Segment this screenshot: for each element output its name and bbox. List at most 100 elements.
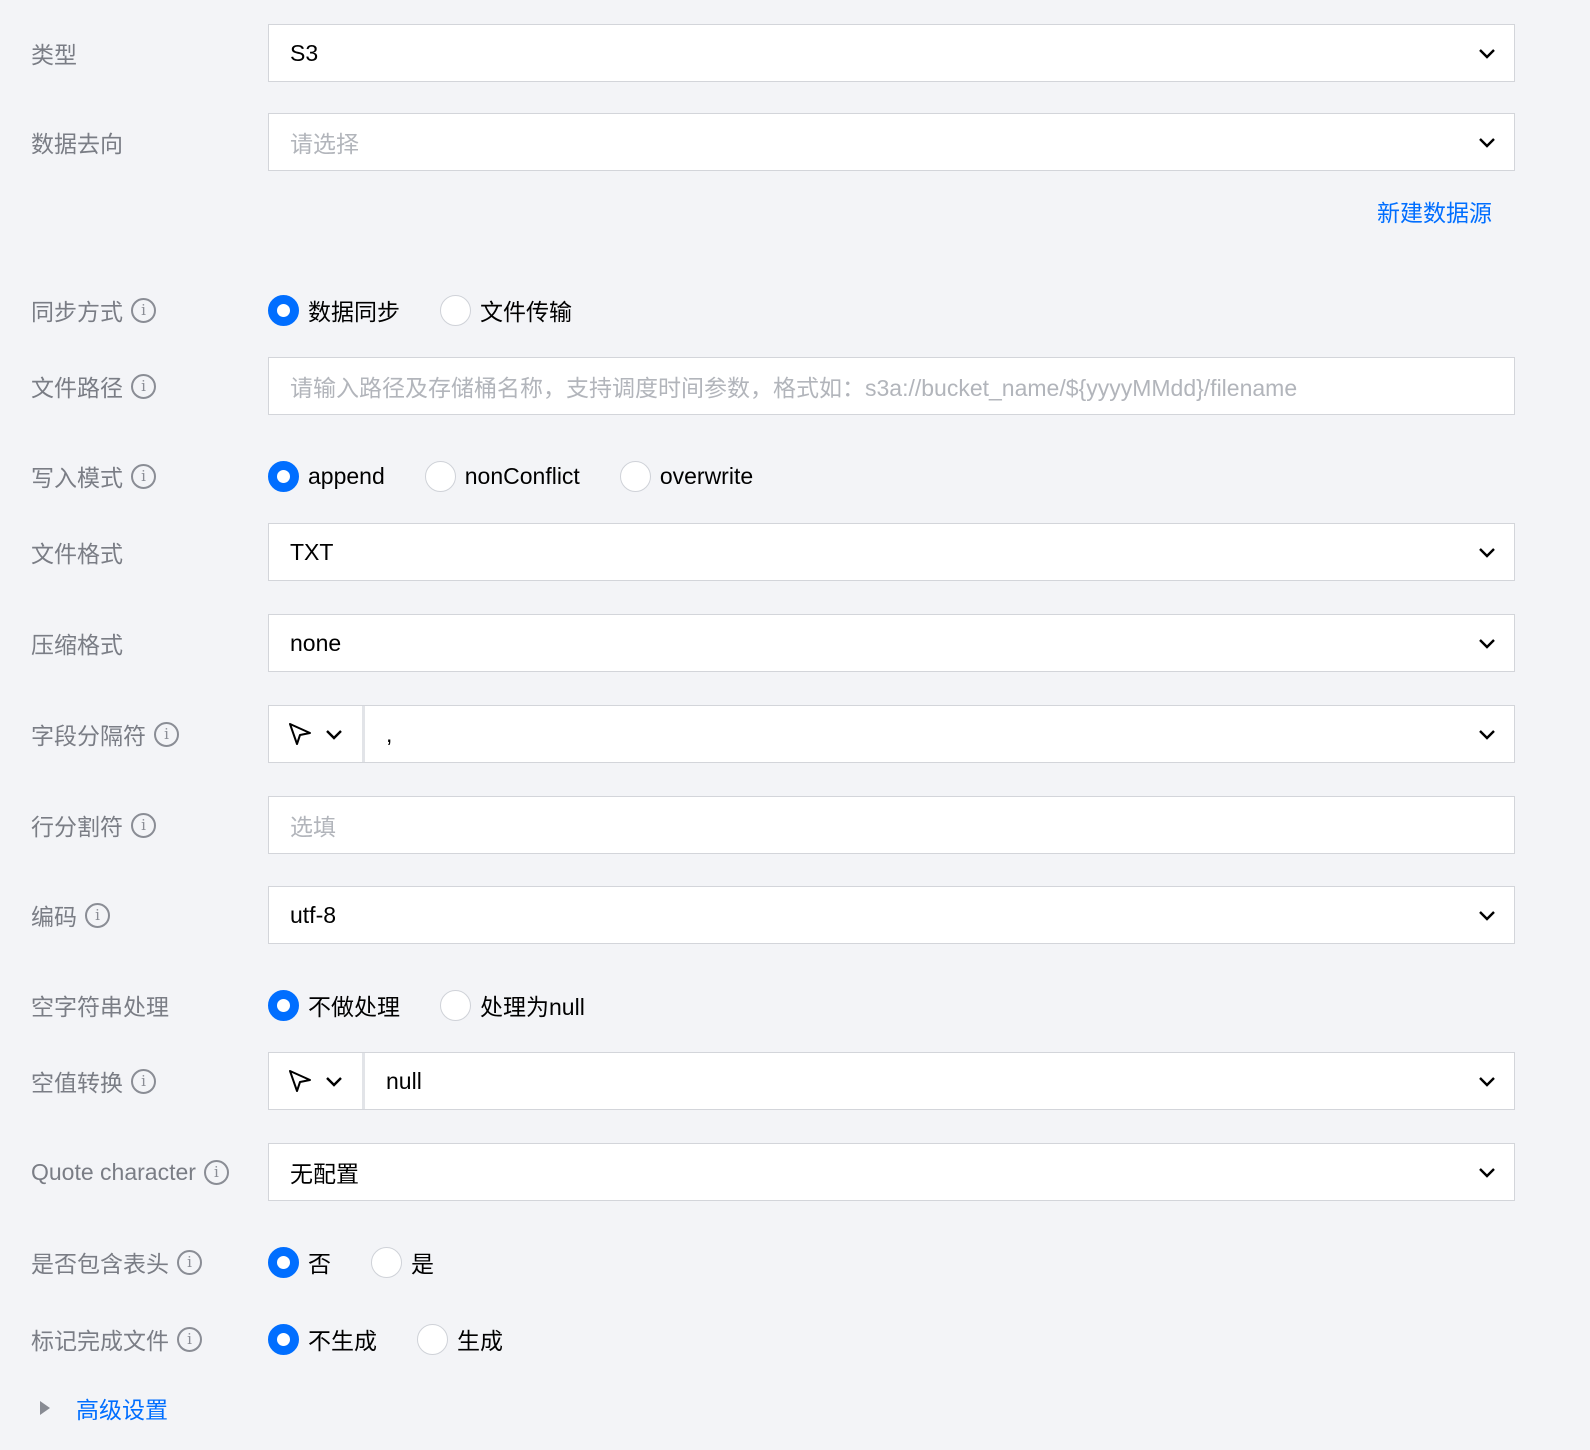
chevron-down-icon [325, 730, 342, 740]
write-mode-option-nonconflict[interactable]: nonConflict [424, 460, 580, 492]
type-label: 类型 [31, 42, 77, 68]
file-format-label: 文件格式 [31, 541, 123, 567]
file-path-placeholder: 请输入路径及存储桶名称，支持调度时间参数，格式如：s3a://bucket_na… [290, 375, 1298, 401]
field-delimiter-value: , [386, 720, 393, 747]
chevron-down-icon [325, 1077, 342, 1087]
type-select[interactable]: S3 [268, 24, 1515, 82]
line-delimiter-placeholder: 选填 [290, 814, 336, 840]
encoding-value: utf-8 [290, 901, 337, 928]
has-header-option-yes[interactable]: 是 [371, 1245, 434, 1279]
encoding-select[interactable]: utf-8 [268, 886, 1515, 944]
file-path-label: 文件路径 i [31, 357, 156, 415]
write-mode-row: 写入模式 i append nonConflict overwrite [0, 456, 1590, 496]
chevron-down-icon [1479, 548, 1495, 558]
quote-char-label: Quote character i [31, 1143, 229, 1201]
info-icon[interactable]: i [203, 1159, 229, 1185]
compression-label: 压缩格式 [31, 632, 123, 658]
has-header-row: 是否包含表头 i 否 是 [0, 1242, 1590, 1282]
null-convert-row: 空值转换 i null [0, 1052, 1590, 1110]
compression-value: none [290, 629, 342, 656]
info-icon[interactable]: i [85, 902, 110, 928]
has-header-option-no[interactable]: 否 [268, 1245, 331, 1279]
destination-row: 数据去向 请选择 [0, 113, 1590, 171]
sync-mode-label: 同步方式 i [31, 290, 156, 330]
sync-mode-option-data[interactable]: 数据同步 [268, 293, 400, 327]
encoding-row: 编码 i utf-8 [0, 886, 1590, 944]
info-icon[interactable]: i [131, 373, 156, 399]
chevron-down-icon [1479, 138, 1495, 148]
done-file-row: 标记完成文件 i 不生成 生成 [0, 1319, 1590, 1359]
destination-select[interactable]: 请选择 [268, 113, 1515, 171]
file-path-input[interactable]: 请输入路径及存储桶名称，支持调度时间参数，格式如：s3a://bucket_na… [268, 357, 1515, 415]
file-format-row: 文件格式 TXT [0, 523, 1590, 581]
file-format-select[interactable]: TXT [268, 523, 1515, 581]
info-icon[interactable]: i [177, 1249, 202, 1275]
empty-string-label: 空字符串处理 [31, 994, 169, 1020]
empty-string-row: 空字符串处理 不做处理 处理为null [0, 985, 1590, 1025]
radio-icon [440, 989, 471, 1021]
info-icon[interactable]: i [131, 1068, 156, 1094]
encoding-label: 编码 i [31, 886, 110, 944]
quote-char-select[interactable]: 无配置 [268, 1143, 1515, 1201]
chevron-down-icon [1479, 1168, 1495, 1178]
info-icon[interactable]: i [131, 463, 156, 489]
destination-label: 数据去向 [31, 131, 123, 157]
advanced-settings-label: 高级设置 [76, 1397, 168, 1423]
quote-char-value: 无配置 [290, 1161, 359, 1187]
chevron-down-icon [1479, 1077, 1495, 1087]
mode-toggle[interactable] [269, 1053, 365, 1109]
line-delimiter-row: 行分割符 i 选填 [0, 796, 1590, 854]
radio-icon [417, 1323, 448, 1355]
chevron-down-icon [1479, 639, 1495, 649]
line-delimiter-input[interactable]: 选填 [268, 796, 1515, 854]
write-mode-option-overwrite[interactable]: overwrite [619, 460, 753, 492]
caret-right-icon [40, 1401, 50, 1415]
line-delimiter-label: 行分割符 i [31, 796, 156, 854]
cursor-icon [288, 1070, 311, 1092]
radio-icon [424, 460, 456, 492]
done-file-option-no[interactable]: 不生成 [268, 1322, 377, 1356]
sync-mode-option-file[interactable]: 文件传输 [440, 293, 572, 327]
null-convert-value: null [386, 1067, 422, 1094]
radio-icon [268, 460, 299, 492]
radio-icon [268, 1323, 299, 1355]
info-icon[interactable]: i [131, 812, 156, 838]
empty-string-option-none[interactable]: 不做处理 [268, 988, 400, 1022]
sync-mode-row: 同步方式 i 数据同步 文件传输 [0, 290, 1590, 330]
null-convert-select[interactable]: null [268, 1052, 1515, 1110]
info-icon[interactable]: i [154, 721, 179, 747]
mode-toggle[interactable] [269, 706, 365, 762]
type-value: S3 [290, 39, 319, 66]
has-header-label: 是否包含表头 i [31, 1242, 202, 1282]
field-delimiter-row: 字段分隔符 i , [0, 705, 1590, 763]
radio-icon [371, 1246, 402, 1278]
null-convert-label: 空值转换 i [31, 1052, 156, 1110]
chevron-down-icon [1479, 911, 1495, 921]
radio-icon [268, 1246, 299, 1278]
compression-row: 压缩格式 none [0, 614, 1590, 672]
radio-icon [268, 989, 299, 1021]
chevron-down-icon [1479, 49, 1495, 59]
empty-string-option-null[interactable]: 处理为null [440, 988, 585, 1022]
radio-icon [619, 460, 651, 492]
info-icon[interactable]: i [177, 1326, 202, 1352]
field-delimiter-select[interactable]: , [268, 705, 1515, 763]
chevron-down-icon [1479, 730, 1495, 740]
advanced-settings-toggle[interactable]: 高级设置 [38, 1392, 168, 1424]
quote-char-row: Quote character i 无配置 [0, 1143, 1590, 1201]
cursor-icon [288, 723, 311, 745]
write-mode-option-append[interactable]: append [268, 460, 385, 492]
write-mode-label: 写入模式 i [31, 456, 156, 496]
radio-icon [440, 294, 471, 326]
info-icon[interactable]: i [131, 297, 156, 323]
field-delimiter-label: 字段分隔符 i [31, 705, 179, 763]
type-row: 类型 S3 [0, 24, 1590, 82]
file-format-value: TXT [290, 538, 334, 565]
done-file-label: 标记完成文件 i [31, 1319, 202, 1359]
destination-placeholder: 请选择 [290, 131, 359, 157]
radio-icon [268, 294, 299, 326]
new-data-source-link[interactable]: 新建数据源 [1377, 194, 1492, 228]
compression-select[interactable]: none [268, 614, 1515, 672]
done-file-option-yes[interactable]: 生成 [417, 1322, 503, 1356]
file-path-row: 文件路径 i 请输入路径及存储桶名称，支持调度时间参数，格式如：s3a://buc… [0, 357, 1590, 415]
